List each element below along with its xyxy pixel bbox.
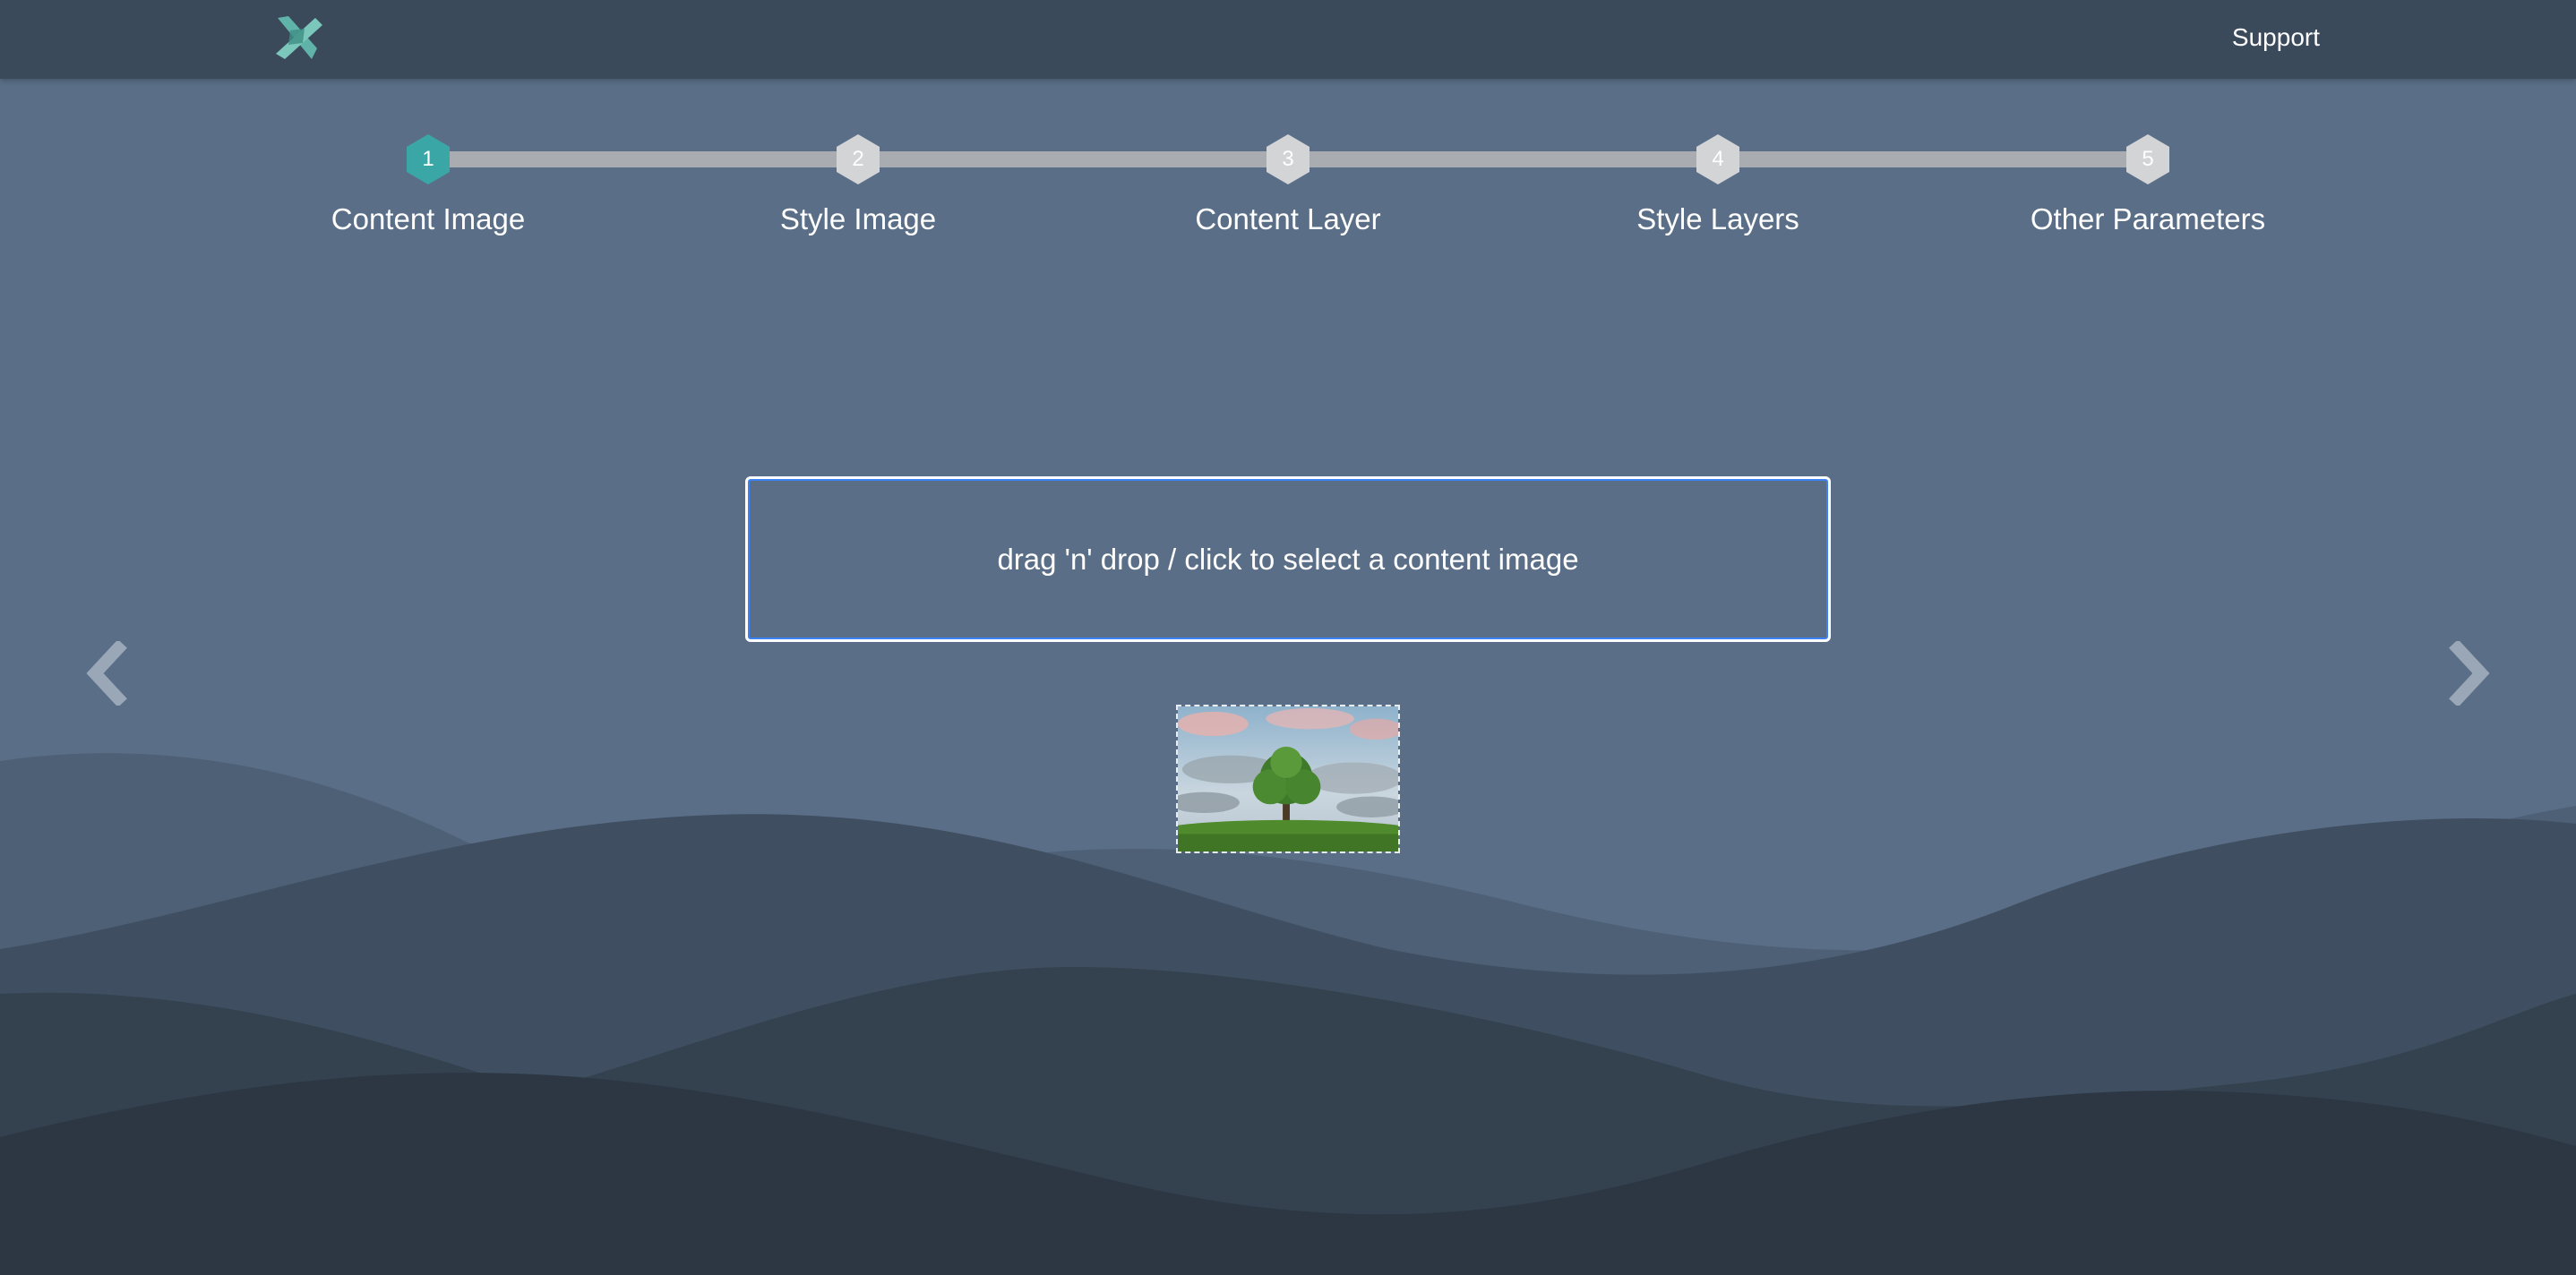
step-4-marker[interactable]: 4 [1691,133,1745,186]
step-3-label: Content Layer [1195,202,1381,235]
step-1-number: 1 [422,147,434,171]
content-image-thumbnail[interactable] [1176,705,1400,853]
step-1-label: Content Image [331,202,526,235]
chevron-left-icon[interactable] [82,641,131,706]
content-image-dropzone[interactable]: drag 'n' drop / click to select a conten… [745,476,1831,642]
dropzone-text: drag 'n' drop / click to select a conten… [997,542,1579,576]
chevron-right-icon[interactable] [2445,641,2494,706]
step-2-number: 2 [852,147,864,171]
step-5-number: 5 [2142,147,2154,171]
step-3-number: 3 [1282,147,1294,171]
step-2-label: Style Image [779,202,937,235]
step-1-marker[interactable]: 1 [401,133,455,186]
step-4-label: Style Layers [1636,202,1799,235]
step-progress: 1 Content Image 2 Style Image 3 Content … [0,0,2576,269]
step-3-marker[interactable]: 3 [1261,133,1315,186]
step-4-number: 4 [1712,147,1724,171]
step-5-label: Other Parameters [2030,202,2266,235]
app-root: Support 1 Content Image 2 Style Image 3 … [0,0,2576,1275]
step-2-marker[interactable]: 2 [831,133,885,186]
step-5-marker[interactable]: 5 [2121,133,2175,186]
